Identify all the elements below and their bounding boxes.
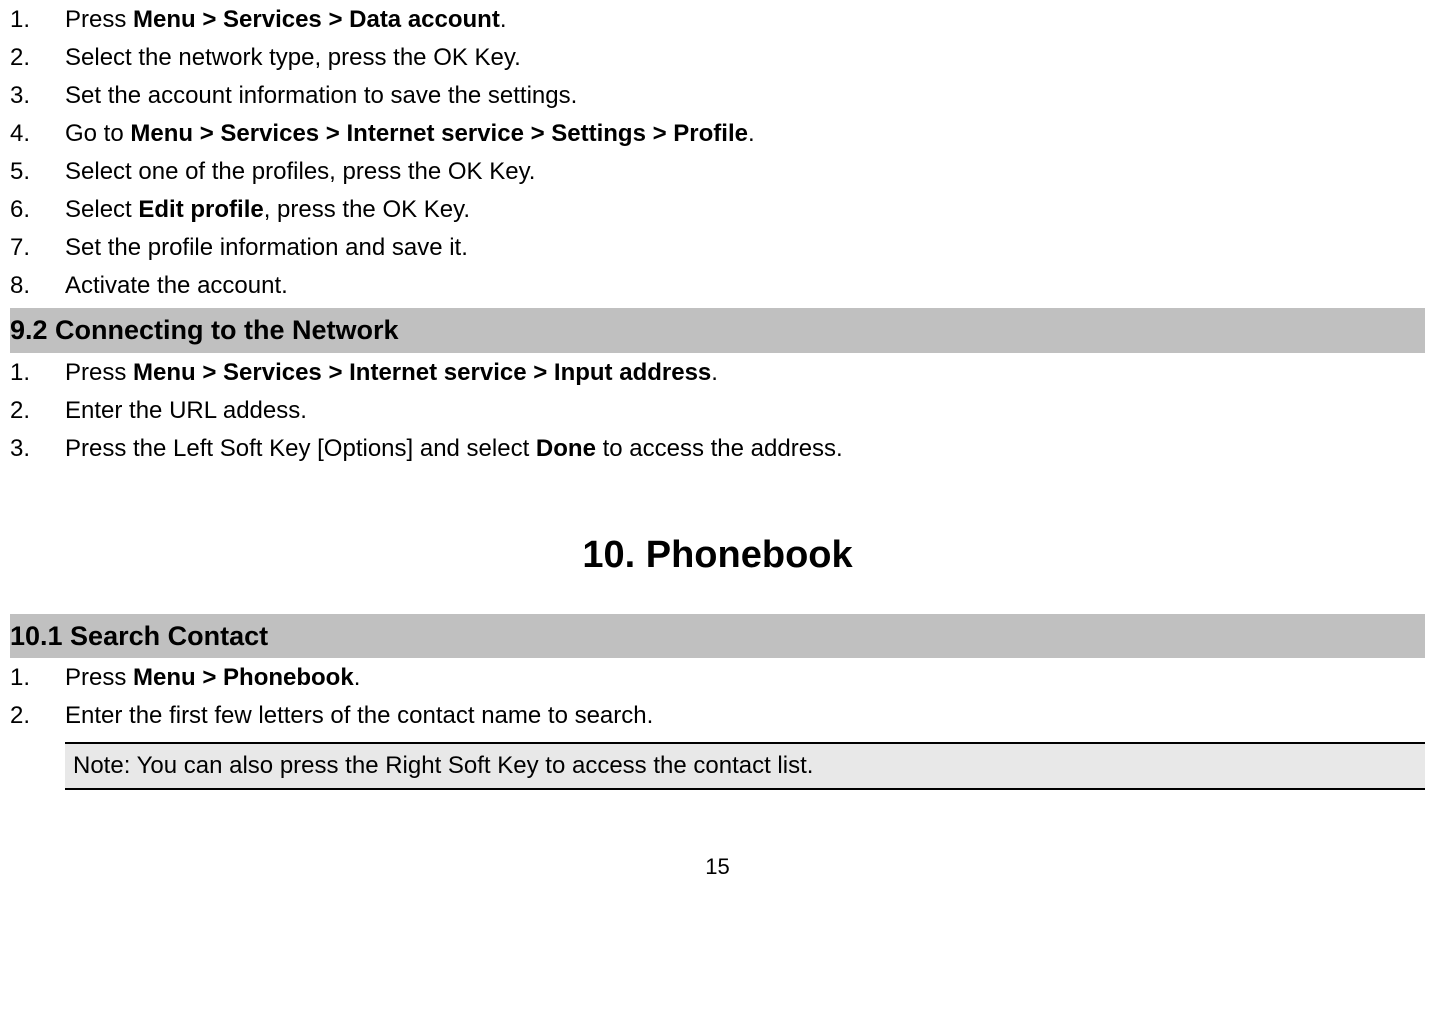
list-number: 2.	[10, 40, 65, 76]
text-prefix: Press the Left Soft Key [Options] and se…	[65, 435, 536, 462]
text-suffix: .	[500, 6, 507, 33]
list-number: 7.	[10, 230, 65, 266]
list-text: Select one of the profiles, press the OK…	[65, 154, 1425, 190]
text-prefix: Press	[65, 6, 133, 33]
list-item: 8. Activate the account.	[10, 268, 1425, 304]
list-item: 6. Select Edit profile, press the OK Key…	[10, 192, 1425, 228]
chapter-heading-10: 10. Phonebook	[10, 527, 1425, 584]
list-item: 1. Press Menu > Services > Data account.	[10, 2, 1425, 38]
list-text: Press Menu > Services > Data account.	[65, 2, 1425, 38]
text-bold: Menu > Services > Internet service > Set…	[130, 120, 748, 147]
list-text: Select Edit profile, press the OK Key.	[65, 192, 1425, 228]
text-suffix: to access the address.	[596, 435, 843, 462]
list-item: 2. Select the network type, press the OK…	[10, 40, 1425, 76]
list-number: 2.	[10, 393, 65, 429]
list-text: Press Menu > Phonebook.	[65, 660, 1425, 696]
list-number: 1.	[10, 355, 65, 391]
list-number: 3.	[10, 431, 65, 467]
text-bold: Done	[536, 435, 596, 462]
list-number: 3.	[10, 78, 65, 114]
list-number: 1.	[10, 660, 65, 696]
text-bold: Menu > Services > Data account	[133, 6, 500, 33]
list-text: Enter the first few letters of the conta…	[65, 698, 1425, 734]
list-text: Press the Left Soft Key [Options] and se…	[65, 431, 1425, 467]
section-heading-10-1: 10.1 Search Contact	[10, 614, 1425, 659]
list-item: 5. Select one of the profiles, press the…	[10, 154, 1425, 190]
list-number: 4.	[10, 116, 65, 152]
list-number: 5.	[10, 154, 65, 190]
text-suffix: .	[748, 120, 755, 147]
section-heading-9-2: 9.2 Connecting to the Network	[10, 308, 1425, 353]
text-prefix: Go to	[65, 120, 130, 147]
text-bold: Menu > Phonebook	[133, 664, 354, 691]
text-suffix: , press the OK Key.	[264, 196, 470, 223]
list-item: 7. Set the profile information and save …	[10, 230, 1425, 266]
list-item: 3. Press the Left Soft Key [Options] and…	[10, 431, 1425, 467]
text-suffix: .	[711, 359, 718, 386]
text-suffix: .	[354, 664, 361, 691]
list-text: Set the account information to save the …	[65, 78, 1425, 114]
list-text: Go to Menu > Services > Internet service…	[65, 116, 1425, 152]
list-number: 8.	[10, 268, 65, 304]
list-number: 1.	[10, 2, 65, 38]
text-bold: Menu > Services > Internet service > Inp…	[133, 359, 711, 386]
note-box: Note: You can also press the Right Soft …	[65, 742, 1425, 790]
list-text: Press Menu > Services > Internet service…	[65, 355, 1425, 391]
list-text: Set the profile information and save it.	[65, 230, 1425, 266]
list-text: Select the network type, press the OK Ke…	[65, 40, 1425, 76]
list-item: 1. Press Menu > Services > Internet serv…	[10, 355, 1425, 391]
text-prefix: Select	[65, 196, 138, 223]
text-prefix: Press	[65, 359, 133, 386]
list-item: 2. Enter the URL addess.	[10, 393, 1425, 429]
list-number: 6.	[10, 192, 65, 228]
text-prefix: Press	[65, 664, 133, 691]
list-text: Activate the account.	[65, 268, 1425, 304]
list-item: 2. Enter the first few letters of the co…	[10, 698, 1425, 734]
list-item: 4. Go to Menu > Services > Internet serv…	[10, 116, 1425, 152]
list-item: 3. Set the account information to save t…	[10, 78, 1425, 114]
text-bold: Edit profile	[138, 196, 263, 223]
list-text: Enter the URL addess.	[65, 393, 1425, 429]
list-number: 2.	[10, 698, 65, 734]
list-item: 1. Press Menu > Phonebook.	[10, 660, 1425, 696]
document-page: 1. Press Menu > Services > Data account.…	[0, 2, 1435, 883]
page-number: 15	[10, 850, 1425, 883]
